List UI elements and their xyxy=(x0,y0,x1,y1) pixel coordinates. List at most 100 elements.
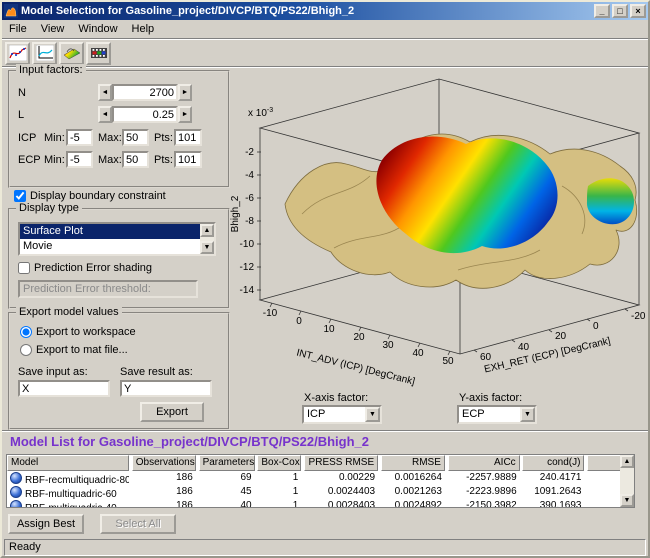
toolbar-response-surface-button[interactable] xyxy=(59,42,84,65)
title-bar[interactable]: Model Selection for Gasoline_project/DIV… xyxy=(2,2,648,20)
toolbar xyxy=(2,40,648,66)
l-spin-right-icon[interactable]: ► xyxy=(178,106,192,123)
assign-best-button[interactable]: Assign Best xyxy=(8,514,84,534)
status-text: Ready xyxy=(9,541,41,553)
l-spin-left-icon[interactable]: ◄ xyxy=(98,106,112,123)
rmse-value: 0.0016264 xyxy=(381,471,445,485)
icp-pts-field[interactable] xyxy=(174,129,202,146)
z-exponent-label: x 10-3 xyxy=(248,107,273,119)
save-result-field[interactable] xyxy=(120,380,212,397)
model-name: RBF-multiquadric-40 xyxy=(25,503,117,508)
pe-shading-row: Prediction Error shading xyxy=(18,262,152,274)
export-button[interactable]: Export xyxy=(140,402,204,422)
column-header-press-rmse[interactable]: PRESS RMSE xyxy=(304,455,378,471)
z-tick: -14 xyxy=(240,285,255,296)
close-button[interactable]: × xyxy=(630,4,646,18)
l-value-field[interactable] xyxy=(112,106,178,123)
list-item-surface-plot[interactable]: Surface Plot xyxy=(20,224,203,239)
ecp-max-field[interactable] xyxy=(122,151,149,168)
menu-view[interactable]: View xyxy=(34,21,72,37)
press-rmse-value: 0.00229 xyxy=(304,471,378,485)
table-row[interactable]: RBF-multiquadric-60 186 45 1 0.0024403 0… xyxy=(7,485,634,499)
input-factors-group: Input factors: N ◄ ► L ◄ ► ICP Min: Max:… xyxy=(8,70,230,188)
z-tick: -12 xyxy=(240,262,255,273)
table-scrollbar[interactable]: ▲ ▼ xyxy=(620,455,634,507)
export-matfile-label: Export to mat file... xyxy=(36,344,128,356)
prediction-error-shading-label: Prediction Error shading xyxy=(34,262,152,274)
curve-fit-icon xyxy=(9,45,27,61)
icp-max-field[interactable] xyxy=(122,129,149,146)
aicc-value: -2223.9896 xyxy=(448,485,520,499)
column-header-condj[interactable]: cond(J) xyxy=(522,455,584,471)
scroll-up-icon[interactable]: ▲ xyxy=(620,455,634,468)
export-legend: Export model values xyxy=(16,306,122,319)
list-item-movie[interactable]: Movie xyxy=(20,239,203,254)
y-factor-label: Y-axis factor: xyxy=(459,392,522,404)
minimize-button[interactable]: _ xyxy=(594,4,610,18)
chevron-down-icon[interactable]: ▼ xyxy=(520,407,535,422)
toolbar-curve-fit-button[interactable] xyxy=(5,42,30,65)
scroll-down-icon[interactable]: ▼ xyxy=(620,494,634,507)
export-matfile-radio[interactable] xyxy=(20,344,32,356)
z-tick: -8 xyxy=(245,216,254,227)
menu-file[interactable]: File xyxy=(2,21,34,37)
x-tick: 20 xyxy=(353,332,365,343)
divider xyxy=(2,430,648,432)
table-header-row: Model Observations Parameters Box-Cox PR… xyxy=(7,455,634,471)
x-factor-combo[interactable]: ICP ▼ xyxy=(302,405,382,424)
prediction-error-shading-checkbox[interactable] xyxy=(18,262,30,274)
rmse-value: 0.0024892 xyxy=(381,499,445,508)
n-spin-left-icon[interactable]: ◄ xyxy=(98,84,112,101)
table-row[interactable]: RBF-recmultiquadric-80 186 69 1 0.00229 … xyxy=(7,471,634,485)
boundary-constraint-checkbox[interactable] xyxy=(14,190,26,202)
x-tick: 0 xyxy=(296,316,302,327)
column-header-boxcox[interactable]: Box-Cox xyxy=(257,455,301,471)
x-tick: -10 xyxy=(263,308,278,319)
toolbar-line-plot-button[interactable] xyxy=(32,42,57,65)
n-spin-right-icon[interactable]: ► xyxy=(178,84,192,101)
maximize-button[interactable]: □ xyxy=(612,4,628,18)
select-all-button[interactable]: Select All xyxy=(100,514,176,534)
y-tick: 60 xyxy=(480,352,492,363)
y-factor-combo[interactable]: ECP ▼ xyxy=(457,405,537,424)
save-input-field[interactable] xyxy=(18,380,110,397)
x-tick: 50 xyxy=(442,356,454,367)
column-header-aicc[interactable]: AICc xyxy=(448,455,520,471)
y-tick: 0 xyxy=(593,321,599,332)
surface-mesh[interactable] xyxy=(285,134,637,288)
chevron-down-icon[interactable]: ▼ xyxy=(365,407,380,422)
column-header-model[interactable]: Model xyxy=(7,455,129,471)
aicc-value: -2257.9889 xyxy=(448,471,520,485)
factor-icp-label: ICP xyxy=(18,132,36,144)
observations-value: 186 xyxy=(132,485,196,499)
menu-help[interactable]: Help xyxy=(125,21,162,37)
condj-value: 390.1693 xyxy=(522,499,584,508)
line-plot-icon xyxy=(36,45,54,61)
column-header-observations[interactable]: Observations xyxy=(132,455,196,471)
column-header-rmse[interactable]: RMSE xyxy=(381,455,445,471)
column-header-parameters[interactable]: Parameters xyxy=(199,455,255,471)
scroll-up-icon[interactable]: ▲ xyxy=(200,224,214,237)
ecp-min-field[interactable] xyxy=(66,151,93,168)
model-name: RBF-recmultiquadric-80 xyxy=(25,475,129,485)
app-icon xyxy=(4,4,18,18)
boxcox-value: 1 xyxy=(257,471,301,485)
ecp-max-label: Max: xyxy=(98,154,122,166)
export-workspace-row: Export to workspace xyxy=(20,326,136,338)
ecp-min-label: Min: xyxy=(44,154,65,166)
model-name: RBF-multiquadric-60 xyxy=(25,489,117,499)
x-tick: 40 xyxy=(412,348,424,359)
table-row[interactable]: RBF-multiquadric-40 186 40 1 0.0028403 0… xyxy=(7,499,634,508)
listbox-scrollbar[interactable]: ▲ ▼ xyxy=(200,224,214,254)
ecp-pts-field[interactable] xyxy=(174,151,202,168)
x-tick: 30 xyxy=(382,340,394,351)
n-value-field[interactable] xyxy=(112,84,178,101)
export-workspace-radio[interactable] xyxy=(20,326,32,338)
scroll-down-icon[interactable]: ▼ xyxy=(200,241,214,254)
surface-plot[interactable]: -2 -4 -6 -8 -10 -12 -14 -10 0 10 20 30 4… xyxy=(230,64,648,388)
menu-window[interactable]: Window xyxy=(71,21,124,37)
model-icon xyxy=(10,500,22,508)
toolbar-movie-button[interactable] xyxy=(86,42,111,65)
icp-min-field[interactable] xyxy=(66,129,93,146)
z-tick: -10 xyxy=(240,239,255,250)
